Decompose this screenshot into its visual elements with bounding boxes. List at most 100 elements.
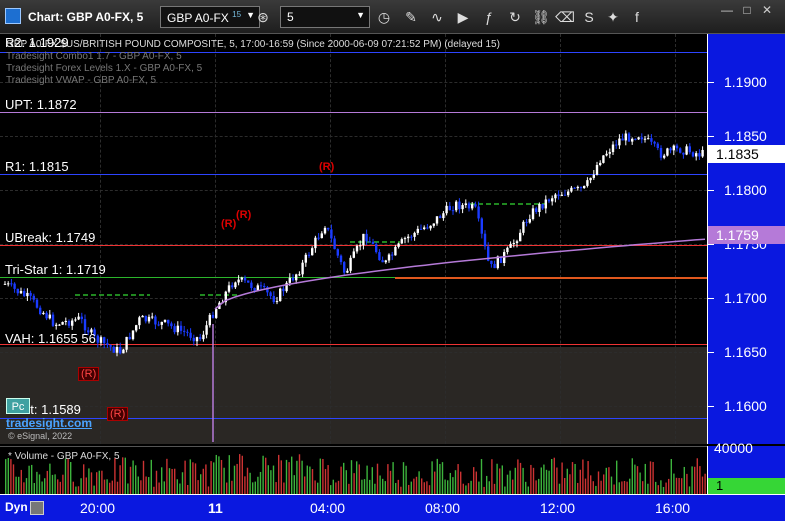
candle-body (237, 279, 240, 283)
volume-bar (332, 479, 334, 494)
minimize-icon[interactable]: — (718, 2, 736, 18)
candle-body (551, 198, 554, 202)
symbol-field[interactable]: GBP A0-FX 15 ▼ (160, 6, 260, 28)
candle-body (61, 321, 64, 325)
volume-bar (538, 478, 540, 494)
pencil-icon[interactable]: ✎ (400, 6, 422, 28)
candle-body (39, 307, 42, 315)
volume-bar (530, 464, 532, 494)
volume-bar (241, 455, 243, 494)
chevron-down-icon[interactable]: ▼ (356, 10, 365, 20)
volume-bar (501, 465, 503, 494)
volume-bar (410, 481, 412, 494)
facebook-icon[interactable]: f (626, 6, 648, 28)
candle-body (311, 248, 314, 256)
candle-body (106, 343, 109, 346)
volume-bar (532, 467, 535, 494)
candle-body (176, 325, 179, 333)
time-axis[interactable]: Dyn 20:00 11 04:00 08:00 12:00 16:00 (0, 494, 785, 521)
volume-bar (551, 458, 553, 494)
r-marker: (R) (107, 407, 129, 421)
candle-body (570, 187, 573, 192)
volume-bar (330, 485, 332, 494)
volume-bar (109, 482, 111, 494)
candle-body (531, 208, 535, 220)
clock-icon[interactable]: ◷ (373, 6, 395, 28)
candle-body (202, 334, 205, 340)
volume-bar (33, 482, 35, 494)
volume-bar (252, 482, 254, 494)
volume-bar (239, 454, 241, 494)
volume-bar (137, 476, 139, 494)
volume-bar (470, 480, 472, 494)
volume-bar (493, 483, 496, 494)
interval-field[interactable]: 5 ▼ (280, 6, 370, 28)
volume-pane[interactable]: * Volume - GBP A0-FX, 5 (0, 446, 707, 494)
volume-bar (668, 478, 670, 494)
volume-bar (142, 460, 145, 494)
price-tick-label: 1.1900 (724, 74, 767, 90)
volume-bar (428, 485, 431, 494)
last-price-flag: 1.1835 (708, 145, 785, 163)
candle-body (519, 232, 522, 242)
close-icon[interactable]: ✕ (758, 2, 776, 18)
volume-bar (519, 462, 522, 494)
volume-bar (478, 481, 480, 494)
volume-bar (356, 461, 358, 494)
candle-body (602, 155, 605, 163)
volume-bar (41, 481, 43, 494)
candle-body (419, 228, 423, 230)
refresh-icon[interactable]: ↻ (504, 6, 526, 28)
formula-icon[interactable]: ƒ (478, 6, 500, 28)
volume-bar (691, 466, 693, 494)
level-label-upt: UPT: 1.1872 (5, 97, 77, 112)
price-axis[interactable]: 1.1900 1.1850 1.1800 1.1750 1.1700 1.165… (707, 34, 785, 444)
volume-bar (163, 481, 165, 494)
time-label: 16:00 (655, 500, 691, 516)
volume-bar (421, 478, 423, 494)
eraser-icon[interactable]: ⌫ (554, 6, 576, 28)
volume-bar (475, 471, 477, 494)
volume-bar (132, 460, 134, 494)
skype-icon[interactable]: S (578, 6, 600, 28)
volume-bar (200, 474, 202, 494)
candle-body (698, 153, 701, 157)
volume-bar (665, 482, 667, 494)
candle-body (387, 254, 391, 261)
volume-bar (207, 486, 210, 494)
candle-body (211, 314, 215, 318)
volume-bar (491, 459, 493, 494)
volume-bar (522, 467, 524, 494)
lock-icon[interactable] (30, 501, 44, 515)
candle-body (125, 336, 128, 350)
play-icon[interactable]: ▶ (452, 6, 474, 28)
link-icon[interactable]: ⊛ (252, 6, 274, 28)
price-chart[interactable]: GBP A0-FX $US/BRITISH POUND COMPOSITE, 5… (0, 34, 707, 444)
dyn-label[interactable]: Dyn (5, 500, 28, 514)
wave-icon[interactable]: ∿ (426, 6, 448, 28)
volume-bar (301, 460, 303, 494)
chain-icon[interactable]: ⛓ (530, 6, 552, 28)
candle-body (525, 221, 528, 223)
volume-bar (101, 470, 103, 494)
candle-body (669, 148, 672, 151)
volume-bar (436, 458, 438, 494)
level-label-vah: VAH: 1.1655 56 (5, 331, 96, 346)
pc-badge[interactable]: Pc (6, 398, 30, 414)
volume-bar (106, 479, 108, 494)
volume-bar (366, 465, 368, 494)
title-bar: Chart: GBP A0-FX, 5 GBP A0-FX 15 ▼ ⊛ 5 ▼… (0, 0, 785, 34)
volume-bar (473, 467, 475, 494)
volume-bar (660, 480, 662, 494)
candle-body (122, 349, 125, 354)
twitter-icon[interactable]: ✦ (602, 6, 624, 28)
volume-bar (595, 485, 597, 494)
candle-body (544, 199, 547, 209)
candle-body (138, 317, 141, 326)
candle-body (541, 203, 544, 209)
candle-body (493, 263, 496, 269)
level-label-tristar: Tri-Star 1: 1.1719 (5, 262, 106, 277)
volume-bar (426, 481, 428, 494)
maximize-icon[interactable]: □ (738, 2, 756, 18)
volume-bar (83, 464, 85, 494)
